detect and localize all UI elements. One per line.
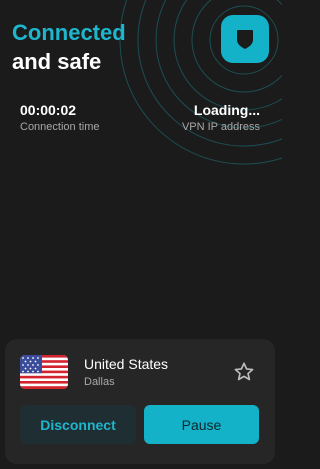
us-flag-icon xyxy=(20,355,68,389)
connection-time-label: Connection time xyxy=(20,121,100,133)
shield-icon xyxy=(237,30,253,49)
pause-button[interactable]: Pause xyxy=(144,405,259,444)
country-name: United States xyxy=(84,356,169,372)
connection-time-value: 00:00:02 xyxy=(20,102,77,118)
connection-time: 00:00:02 Connection time xyxy=(20,101,100,135)
location-card: United States Dallas Disconnect Pause xyxy=(5,339,275,464)
vpn-ip: Loading... VPN IP address xyxy=(182,101,260,135)
vpn-ip-value: Loading... xyxy=(193,102,260,118)
status-title-line2: and safe xyxy=(12,49,102,74)
status-title: Connected and safe xyxy=(12,18,126,76)
vpn-ip-label: VPN IP address xyxy=(181,121,260,133)
star-icon[interactable] xyxy=(233,361,255,383)
disconnect-button[interactable]: Disconnect xyxy=(20,405,136,444)
status-title-line1: Connected xyxy=(12,20,126,45)
location-info[interactable]: United States Dallas xyxy=(84,355,168,390)
city-name: Dallas xyxy=(84,376,115,388)
shield-button[interactable] xyxy=(221,15,269,63)
